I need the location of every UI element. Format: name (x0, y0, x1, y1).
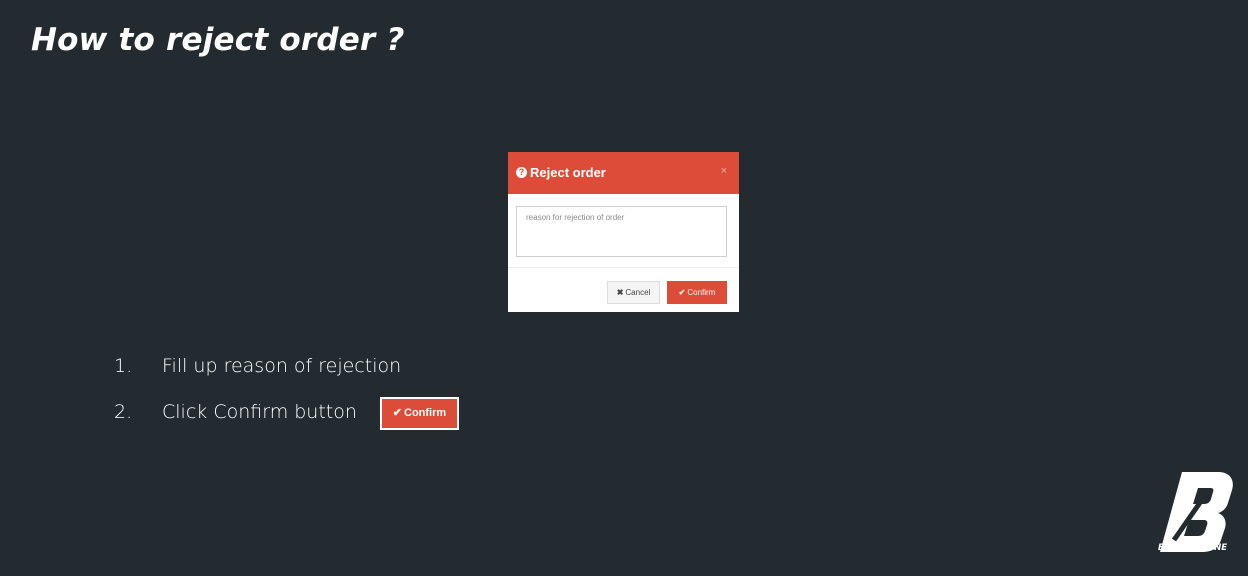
slide-title: How to reject order ? (31, 22, 405, 58)
confirm-example-label: Confirm (404, 407, 447, 419)
modal-body (508, 194, 739, 268)
confirm-button[interactable]: ✔ Confirm (667, 281, 727, 304)
step-number: 2. (114, 401, 133, 423)
check-icon: ✔ (678, 288, 686, 297)
reject-order-modal-screenshot: ? Reject order × ✖Cancel ✔Confirm (508, 152, 739, 312)
confirm-label: Confirm (687, 288, 716, 297)
modal-header: ? Reject order × (508, 152, 739, 194)
question-circle-icon: ? (516, 167, 527, 178)
step-number: 1. (114, 355, 133, 377)
cancel-button[interactable]: ✖ Cancel (607, 281, 660, 304)
close-icon[interactable]: × (721, 164, 727, 178)
step-text: Click Confirm button (162, 401, 357, 423)
modal-footer: ✖ Cancel ✔ Confirm (508, 268, 739, 312)
times-icon: ✖ (616, 288, 624, 297)
modal-title: Reject order (530, 165, 606, 180)
confirm-button-example[interactable]: ✔ Confirm (380, 397, 459, 430)
cancel-label: Cancel (625, 288, 651, 297)
step-text: Fill up reason of rejection (162, 355, 402, 377)
check-icon: ✔ (392, 407, 403, 419)
rejection-reason-input[interactable] (516, 206, 727, 257)
brand-wordmark: BRIDGESTONE (1158, 543, 1228, 553)
